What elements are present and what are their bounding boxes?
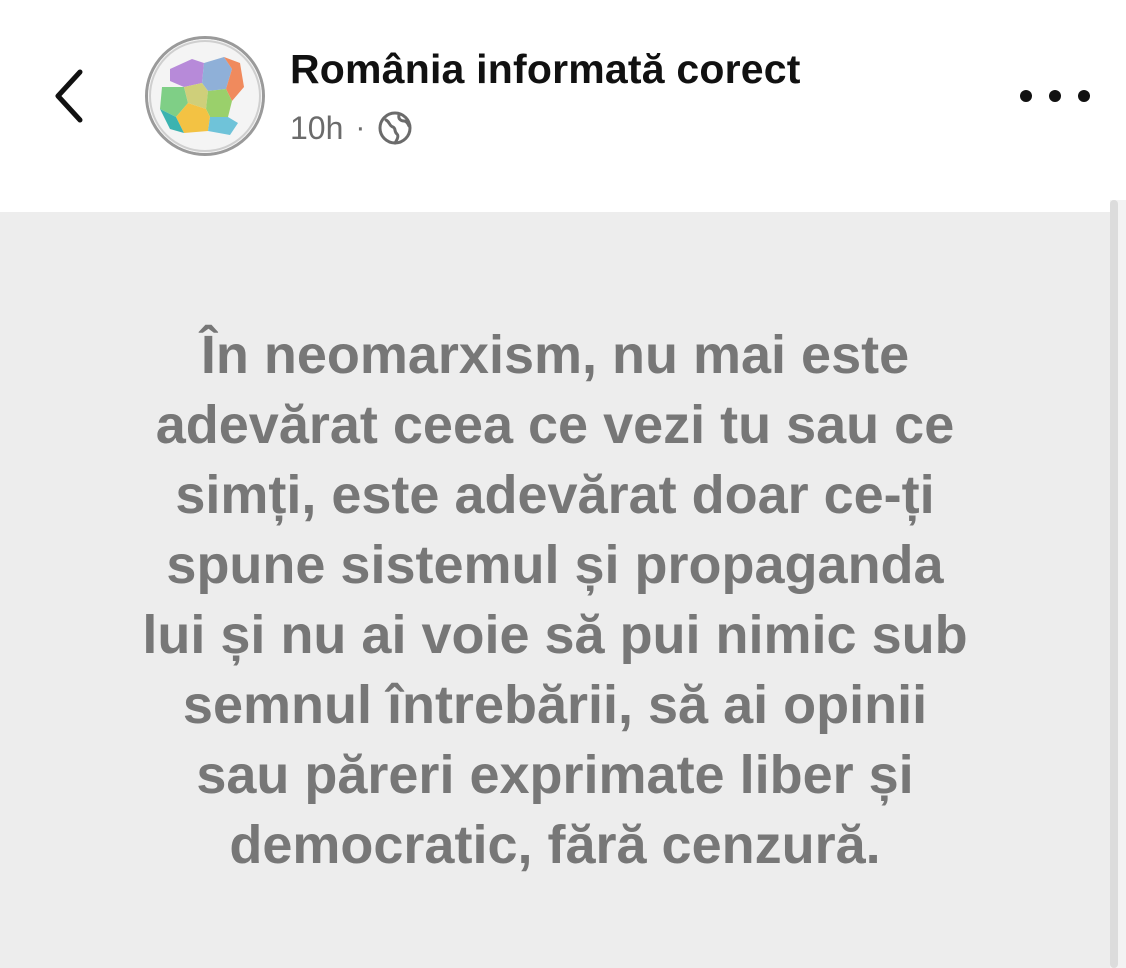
globe-icon bbox=[377, 110, 413, 146]
scrollbar-thumb[interactable] bbox=[1110, 200, 1118, 968]
page-name[interactable]: România informată corect bbox=[290, 46, 801, 93]
post-text-line: lui și nu ai voie să pui nimic sub bbox=[142, 605, 968, 665]
post-time[interactable]: 10h bbox=[290, 110, 343, 147]
more-dot bbox=[1049, 90, 1061, 102]
post-text: În neomarxism, nu mai este adevărat ceea… bbox=[40, 320, 1070, 880]
map-avatar-image bbox=[148, 39, 262, 153]
more-options-button[interactable] bbox=[1020, 76, 1090, 116]
post-text-line: democratic, fără cenzură. bbox=[229, 815, 881, 875]
post-view: România informată corect 10h · În neomar… bbox=[0, 0, 1126, 968]
meta-separator: · bbox=[355, 111, 366, 144]
post-header: România informată corect 10h · bbox=[0, 0, 1126, 212]
post-meta: 10h · bbox=[290, 106, 413, 150]
avatar[interactable] bbox=[145, 36, 265, 156]
post-text-line: semnul întrebării, să ai opinii bbox=[182, 675, 928, 735]
chevron-left-icon bbox=[55, 69, 83, 123]
post-text-line: În neomarxism, nu mai este bbox=[200, 325, 910, 385]
post-text-line: simți, este adevărat doar ce-ți bbox=[175, 465, 935, 525]
post-text-line: spune sistemul și propaganda bbox=[166, 535, 944, 595]
more-dot bbox=[1020, 90, 1032, 102]
more-dot bbox=[1078, 90, 1090, 102]
back-button[interactable] bbox=[40, 60, 100, 132]
post-text-line: adevărat ceea ce vezi tu sau ce bbox=[155, 395, 955, 455]
post-text-line: sau păreri exprimate liber și bbox=[196, 745, 914, 805]
